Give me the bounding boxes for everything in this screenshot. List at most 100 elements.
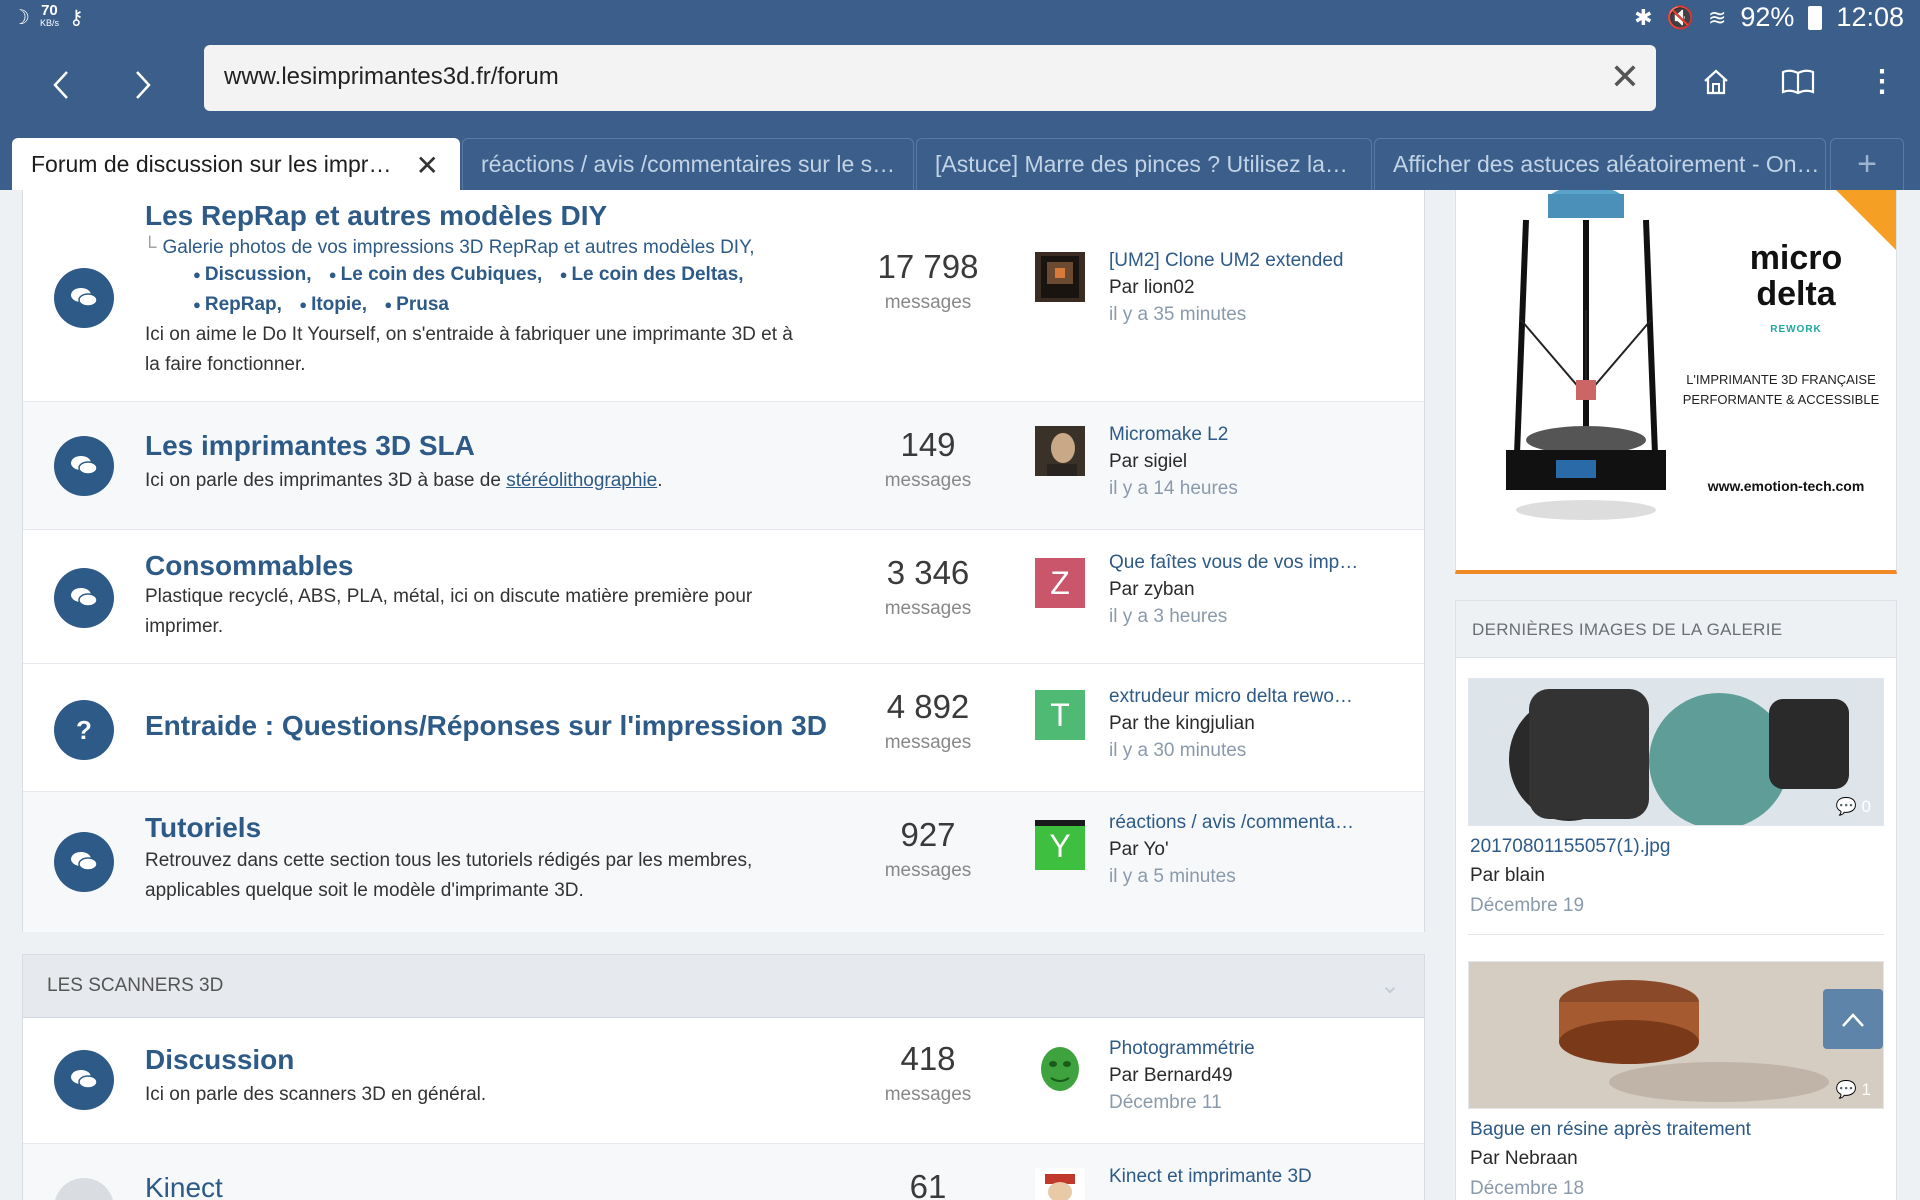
avatar[interactable] <box>1035 1168 1085 1200</box>
chat-icon <box>54 268 114 328</box>
last-post-title[interactable]: réactions / avis /commenta… <box>1109 812 1354 834</box>
forum-row-reprap: Les RepRap et autres modèles DIY └ Galeri… <box>23 190 1424 402</box>
chevron-left-icon <box>53 71 68 99</box>
last-post-title[interactable]: extrudeur micro delta rewo… <box>1109 686 1353 708</box>
avatar[interactable] <box>1035 252 1085 302</box>
scroll-to-top-button[interactable] <box>1823 989 1883 1049</box>
chat-icon <box>54 1050 114 1110</box>
forum-title[interactable]: Les imprimantes 3D SLA <box>145 430 475 462</box>
chevron-down-icon[interactable]: ⌄ <box>1380 971 1400 1000</box>
avatar[interactable] <box>1035 426 1085 476</box>
gallery-item-date: Décembre 19 <box>1470 895 1585 916</box>
forward-button[interactable] <box>118 60 168 110</box>
gallery-image[interactable]: 💬 0 <box>1468 678 1884 826</box>
last-post-time: il y a 14 heures <box>1109 478 1238 499</box>
avatar[interactable]: T <box>1035 690 1085 740</box>
last-post-title[interactable]: Que faîtes vous de vos imp… <box>1109 552 1358 574</box>
clear-url-icon[interactable]: ✕ <box>1610 57 1640 97</box>
tab-label: [Astuce] Marre des pinces ? Utilisez la… <box>935 151 1348 177</box>
gallery-item-name[interactable]: Bague en résine après traitement <box>1470 1119 1751 1141</box>
message-count-label: messages <box>884 1084 972 1105</box>
advertisement[interactable]: micro delta REWORK L'IMPRIMANTE 3D FRANÇ… <box>1455 190 1897 574</box>
last-post-author[interactable]: Par lion02 <box>1109 277 1195 299</box>
chevron-right-icon <box>136 71 151 99</box>
tab-afficher-astuces[interactable]: Afficher des astuces aléatoirement - On… <box>1374 138 1826 190</box>
network-speed: 70 KB/s <box>39 2 59 28</box>
last-post-author[interactable]: Par zyban <box>1109 579 1195 601</box>
subforum-link[interactable]: Itopie, <box>299 294 367 315</box>
gallery-item-author[interactable]: Par Nebraan <box>1470 1148 1578 1170</box>
tab-reactions[interactable]: réactions / avis /commentaires sur le s… <box>462 138 914 190</box>
stereolithography-link[interactable]: stéréolithographie <box>506 470 657 491</box>
chevron-up-icon <box>1842 1013 1864 1027</box>
last-post-title[interactable]: Photogrammétrie <box>1109 1038 1255 1060</box>
home-button[interactable] <box>1690 56 1742 108</box>
status-bar: ☽ 70 KB/s ⚷ ✱ 🔇 ≋ 92% 12:08 <box>0 0 1920 38</box>
forum-title[interactable]: Consommables <box>145 550 354 582</box>
forum-row-tutoriels: Tutoriels Retrouvez dans cette section t… <box>23 792 1424 932</box>
address-bar[interactable]: www.lesimprimantes3d.fr/forum ✕ <box>204 45 1656 111</box>
last-post-author[interactable]: Par sigiel <box>1109 451 1187 473</box>
last-post-author[interactable]: Par Yo' <box>1109 839 1169 861</box>
tab-forum[interactable]: Forum de discussion sur les impr… ✕ <box>12 138 460 190</box>
message-count: 418 <box>900 1040 956 1077</box>
bluetooth-icon: ✱ <box>1634 4 1653 30</box>
last-post-author[interactable]: Par Bernard49 <box>1109 1065 1233 1087</box>
message-count-label: messages <box>884 292 972 313</box>
last-post-title[interactable]: Micromake L2 <box>1109 424 1228 446</box>
more-vert-icon: ⋮ <box>1867 65 1897 98</box>
forum-title[interactable]: Les RepRap et autres modèles DIY <box>145 200 607 232</box>
tab-label: réactions / avis /commentaires sur le s… <box>481 151 896 177</box>
menu-button[interactable]: ⋮ <box>1856 56 1908 108</box>
subforum-link[interactable]: Le coin des Cubiques, <box>329 264 543 285</box>
back-button[interactable] <box>36 60 86 110</box>
ad-brand-logo: micro delta REWORK <box>1749 239 1843 335</box>
forum-title[interactable]: Kinect <box>145 1172 223 1200</box>
url-text[interactable]: www.lesimprimantes3d.fr/forum <box>224 63 559 91</box>
gallery-image[interactable]: 💬 1 <box>1468 961 1884 1109</box>
printer-image <box>1506 190 1666 520</box>
forum-row-sla: Les imprimantes 3D SLA Ici on parle des … <box>23 402 1424 530</box>
plus-icon: + <box>1857 145 1877 183</box>
subforum-gallery-link[interactable]: └ Galerie photos de vos impressions 3D Re… <box>143 237 755 259</box>
avatar[interactable]: Z <box>1035 558 1085 608</box>
subforum-link[interactable]: Le coin des Deltas, <box>560 264 743 285</box>
forum-title[interactable]: Discussion <box>145 1044 294 1076</box>
avatar[interactable]: Y <box>1035 820 1085 870</box>
forum-row-discussion: Discussion Ici on parle des scanners 3D … <box>23 1018 1424 1144</box>
comment-count: 💬 0 <box>1835 797 1871 816</box>
forum-description: Ici on aime le Do It Yourself, on s'entr… <box>145 324 793 375</box>
chat-icon <box>54 832 114 892</box>
gallery-item-date: Décembre 18 <box>1470 1178 1585 1199</box>
category-header[interactable]: LES SCANNERS 3D ⌄ <box>23 955 1424 1018</box>
forum-title[interactable]: Tutoriels <box>145 812 261 844</box>
message-count-label: messages <box>884 860 972 881</box>
avatar[interactable] <box>1035 1042 1085 1092</box>
last-post-title[interactable]: Kinect et imprimante 3D <box>1109 1166 1312 1188</box>
subforum-list: Discussion, Le coin des Cubiques, Le coi… <box>193 260 843 320</box>
last-post-title[interactable]: [UM2] Clone UM2 extended <box>1109 250 1343 272</box>
chat-icon <box>54 436 114 496</box>
gallery-widget: DERNIÈRES IMAGES DE LA GALERIE 💬 0 20170… <box>1455 600 1897 1200</box>
battery-icon <box>1808 5 1823 30</box>
forum-list: Les RepRap et autres modèles DIY └ Galeri… <box>22 190 1425 932</box>
gallery-item-author[interactable]: Par blain <box>1470 865 1545 887</box>
gallery-thumbnail <box>1469 679 1883 825</box>
gallery-item-name[interactable]: 20170801155057(1).jpg <box>1470 836 1670 858</box>
subforum-link[interactable]: Discussion, <box>193 264 312 285</box>
forum-title[interactable]: Entraide : Questions/Réponses sur l'impr… <box>145 710 827 742</box>
close-tab-icon[interactable]: ✕ <box>416 149 439 182</box>
gallery-title: DERNIÈRES IMAGES DE LA GALERIE <box>1472 620 1783 639</box>
tab-astuce[interactable]: [Astuce] Marre des pinces ? Utilisez la… <box>916 138 1372 190</box>
category-scanners: LES SCANNERS 3D ⌄ Discussion Ici on parl… <box>22 954 1425 1200</box>
last-post-author[interactable]: Par the kingjulian <box>1109 713 1255 735</box>
category-title: LES SCANNERS 3D <box>47 975 224 996</box>
browser-toolbar: www.lesimprimantes3d.fr/forum ✕ ⋮ <box>0 38 1920 138</box>
mute-icon: 🔇 <box>1666 4 1694 30</box>
message-count-label: messages <box>884 470 972 491</box>
subforum-link[interactable]: Prusa <box>384 294 449 315</box>
ad-tagline: L'IMPRIMANTE 3D FRANÇAISE PERFORMANTE & … <box>1682 372 1880 407</box>
subforum-link[interactable]: RepRap, <box>193 294 282 315</box>
bookmarks-button[interactable] <box>1772 56 1824 108</box>
new-tab-button[interactable]: + <box>1830 138 1904 190</box>
